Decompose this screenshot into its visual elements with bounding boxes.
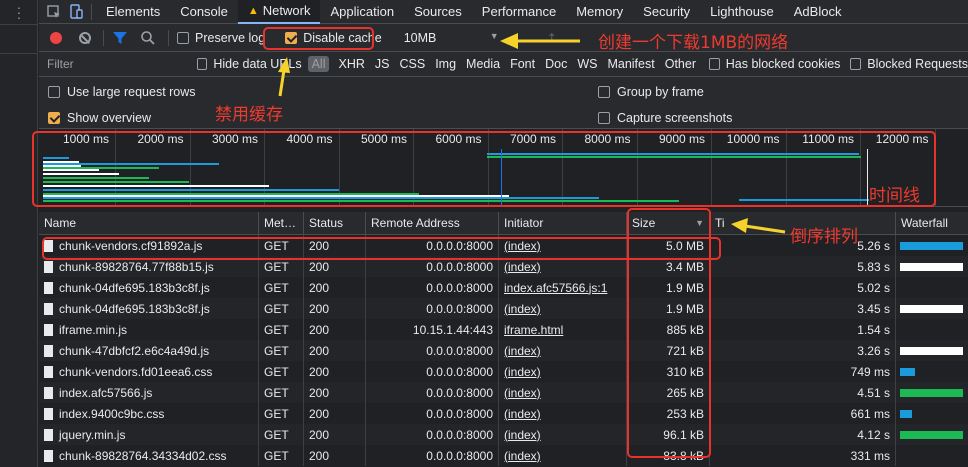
timeline-annotation: 时间线	[869, 186, 920, 206]
sort-annotation: 倒序排列	[790, 227, 858, 247]
throttle-annotation: 创建一个下载1MB的网络	[598, 33, 789, 53]
cache-annotation: 禁用缓存	[215, 105, 283, 125]
